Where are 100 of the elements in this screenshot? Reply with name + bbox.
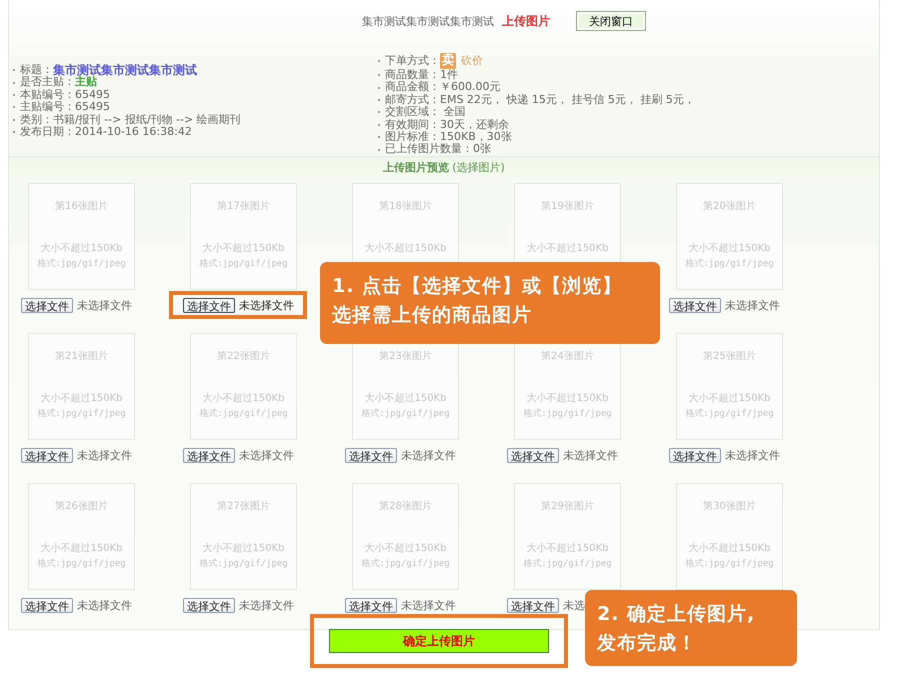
format-hint: 格式:jpg/gif/jpeg: [199, 408, 288, 420]
page-title: 上传图片: [502, 12, 550, 30]
size-limit: 大小不超过150Kb: [202, 392, 284, 405]
size-limit: 大小不超过150Kb: [688, 542, 770, 555]
file-status: 未选择文件: [563, 448, 618, 462]
file-status: 未选择文件: [77, 298, 132, 312]
choose-file-button[interactable]: 选择文件: [507, 448, 559, 462]
placeholder-title: 第29张图片: [541, 500, 594, 513]
choose-file-button[interactable]: 选择文件: [507, 598, 559, 612]
placeholder-title: 第23张图片: [379, 350, 432, 363]
file-status: 未选择文件: [239, 448, 294, 462]
format-hint: 格式:jpg/gif/jpeg: [685, 558, 774, 570]
file-status: 未选择文件: [401, 448, 456, 462]
field-value: 全国: [442, 106, 466, 119]
format-hint: 格式:jpg/gif/jpeg: [361, 408, 450, 420]
field-value: 砍价: [461, 54, 483, 68]
field-value: ￥600.00元: [440, 81, 500, 94]
choose-file-button[interactable]: 选择文件: [669, 448, 721, 462]
placeholder-title: 第19张图片: [541, 200, 594, 213]
format-hint: 格式:jpg/gif/jpeg: [37, 258, 126, 270]
size-limit: 大小不超过150Kb: [526, 542, 608, 555]
format-hint: 格式:jpg/gif/jpeg: [37, 558, 126, 570]
placeholder-title: 第20张图片: [703, 200, 756, 213]
file-status: 未选: [563, 598, 585, 612]
field-label: 交割区域：: [385, 106, 440, 119]
file-status: 未选择文件: [725, 298, 780, 312]
confirm-upload-button[interactable]: 确定上传图片: [329, 629, 549, 653]
file-status: 未选择文件: [725, 448, 780, 462]
close-window-button[interactable]: 关闭窗口: [576, 11, 646, 31]
section-title: 上传图片预览: [383, 160, 450, 174]
size-limit: 大小不超过150Kb: [688, 242, 770, 255]
format-hint: 格式:jpg/gif/jpeg: [199, 558, 288, 570]
size-limit: 大小不超过150Kb: [202, 542, 284, 555]
field-value: 65495: [75, 101, 110, 114]
size-limit: 大小不超过150Kb: [688, 392, 770, 405]
choose-file-button[interactable]: 选择文件: [345, 448, 397, 462]
placeholder-title: 第27张图片: [217, 500, 270, 513]
choose-file-button[interactable]: 选择文件: [183, 448, 235, 462]
choose-file-button[interactable]: 选择文件: [21, 598, 73, 612]
file-status: 未选择文件: [77, 448, 132, 462]
section-hint: (选择图片): [452, 160, 505, 174]
placeholder-title: 第26张图片: [55, 500, 108, 513]
placeholder-title: 第28张图片: [379, 500, 432, 513]
placeholder-title: 第21张图片: [55, 350, 108, 363]
placeholder-title: 第24张图片: [541, 350, 594, 363]
choose-file-button[interactable]: 选择文件: [21, 448, 73, 462]
format-hint: 格式:jpg/gif/jpeg: [523, 558, 612, 570]
field-label: 是否主贴：: [20, 76, 75, 89]
choose-file-button[interactable]: 选择文件: [183, 298, 235, 312]
field-label: 商品数量：: [385, 69, 440, 81]
field-value: 65495: [75, 88, 110, 102]
field-label: 主贴编号：: [20, 101, 75, 114]
choose-file-button[interactable]: 选择文件: [669, 298, 721, 312]
size-limit: 大小不超过150Kb: [40, 242, 122, 255]
format-hint: 格式:jpg/gif/jpeg: [199, 258, 288, 270]
sell-badge: 卖: [440, 53, 456, 69]
format-hint: 格式:jpg/gif/jpeg: [685, 258, 774, 270]
field-value: 书籍/报刊 --> 报纸/刊物 --> 绘画期刊: [53, 114, 241, 126]
file-status: 未选择文件: [239, 598, 294, 612]
size-limit: 大小不超过150Kb: [364, 392, 446, 405]
field-label: 邮寄方式：: [385, 94, 440, 106]
placeholder-title: 第16张图片: [55, 200, 108, 213]
field-value: 0张: [473, 143, 491, 156]
size-limit: 大小不超过150Kb: [364, 242, 446, 255]
field-label: 下单方式：: [385, 54, 440, 68]
field-label: 已上传图片数量：: [385, 143, 473, 156]
size-limit: 大小不超过150Kb: [526, 392, 608, 405]
field-value: 150KB，30张: [440, 131, 512, 144]
file-status: 未选择文件: [239, 298, 294, 312]
field-label: 有效期间：: [385, 118, 440, 131]
placeholder-title: 第22张图片: [217, 350, 270, 363]
field-label: 标题：: [20, 64, 53, 76]
size-limit: 大小不超过150Kb: [364, 542, 446, 555]
field-value: 30天，还剩余: [440, 118, 509, 131]
file-status: 未选择文件: [401, 598, 456, 612]
field-label: 商品金额：: [385, 81, 440, 94]
instruction-text: 1. 点击【选择文件】或【浏览】: [332, 274, 624, 299]
format-hint: 格式:jpg/gif/jpeg: [685, 408, 774, 420]
format-hint: 格式:jpg/gif/jpeg: [361, 558, 450, 570]
placeholder-title: 第18张图片: [379, 200, 432, 213]
placeholder-title: 第25张图片: [703, 350, 756, 363]
file-status: 未选择文件: [77, 598, 132, 612]
format-hint: 格式:jpg/gif/jpeg: [523, 408, 612, 420]
field-value: EMS 22元， 快递 15元， 挂号信 5元， 挂刷 5元，: [440, 94, 695, 106]
placeholder-title: 第17张图片: [217, 200, 270, 213]
size-limit: 大小不超过150Kb: [40, 392, 122, 405]
field-value: 主贴: [75, 76, 97, 89]
size-limit: 大小不超过150Kb: [526, 242, 608, 255]
instruction-text: 选择需上传的商品图片: [332, 303, 533, 328]
placeholder-title: 第30张图片: [703, 500, 756, 513]
instruction-text: 发布完成！: [597, 631, 698, 656]
field-value: 集市测试集市测试集市测试: [53, 64, 197, 76]
field-value: 1件: [440, 69, 458, 82]
size-limit: 大小不超过150Kb: [40, 542, 122, 555]
choose-file-button[interactable]: 选择文件: [21, 298, 73, 312]
instruction-text: 2. 确定上传图片,: [597, 602, 756, 627]
choose-file-button[interactable]: 选择文件: [345, 598, 397, 612]
format-hint: 格式:jpg/gif/jpeg: [37, 408, 126, 420]
choose-file-button[interactable]: 选择文件: [183, 598, 235, 612]
field-label: 类别：: [20, 114, 53, 126]
